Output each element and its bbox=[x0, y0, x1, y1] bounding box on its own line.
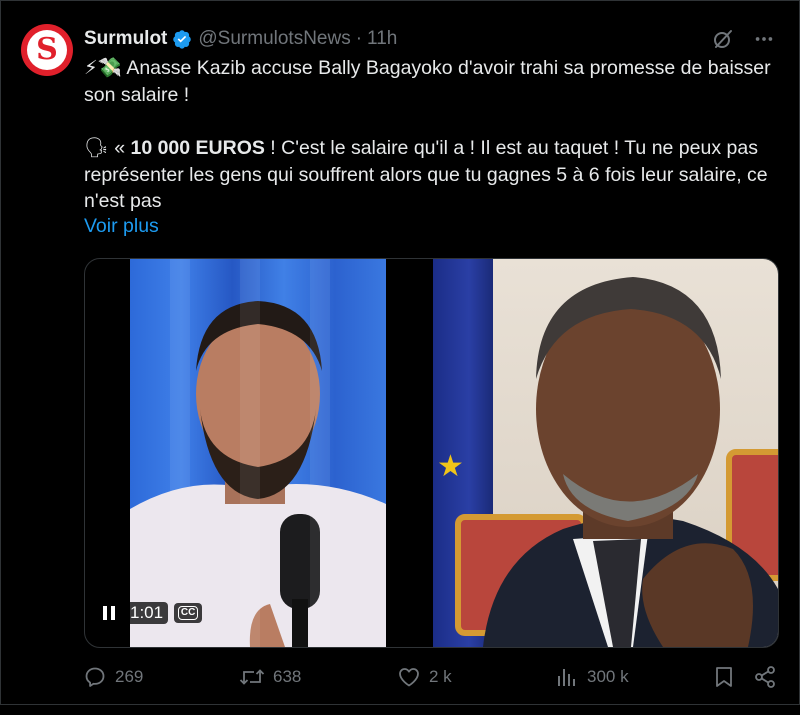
share-icon bbox=[755, 666, 775, 688]
pause-button[interactable] bbox=[99, 603, 119, 623]
repost-button[interactable]: 638 bbox=[239, 665, 301, 689]
bookmark-button[interactable] bbox=[713, 665, 735, 689]
verified-badge-icon bbox=[173, 30, 192, 49]
share-button[interactable] bbox=[753, 665, 777, 689]
views-count: 300 k bbox=[587, 667, 629, 686]
quote-open: « bbox=[114, 137, 126, 159]
show-more-link[interactable]: Voir plus bbox=[84, 215, 159, 238]
tweet-header: Surmulot @SurmulotsNews · 11h bbox=[84, 27, 397, 51]
headline-emoji: ⚡💸 bbox=[84, 57, 122, 79]
video-right-image: ★ bbox=[433, 259, 778, 647]
tweet-card: S Surmulot @SurmulotsNews · 11h ⚡💸 Anass… bbox=[0, 0, 800, 705]
tweet-top-actions bbox=[711, 27, 775, 51]
reply-icon bbox=[85, 667, 105, 687]
video-media[interactable]: ★ 1:01 CC bbox=[84, 258, 779, 648]
more-button[interactable] bbox=[753, 28, 775, 50]
views-button[interactable]: 300 k bbox=[555, 665, 629, 689]
avatar[interactable]: S bbox=[21, 24, 73, 76]
reply-button[interactable]: 269 bbox=[83, 665, 143, 689]
video-controls: 1:01 CC bbox=[99, 602, 203, 624]
reply-count: 269 bbox=[115, 667, 144, 686]
avatar-letter: S bbox=[36, 32, 58, 67]
grok-button[interactable] bbox=[711, 27, 735, 51]
heart-icon bbox=[399, 668, 419, 687]
more-icon bbox=[755, 37, 773, 41]
captions-icon: CC bbox=[177, 606, 199, 620]
tweet-headline-line: ⚡💸 Anasse Kazib accuse Bally Bagayoko d'… bbox=[84, 55, 784, 108]
repost-count: 638 bbox=[273, 667, 302, 686]
bookmark-icon bbox=[716, 667, 732, 687]
politician-figure bbox=[483, 277, 778, 647]
pause-icon bbox=[103, 606, 115, 620]
author-handle[interactable]: @SurmulotsNews bbox=[198, 28, 350, 50]
like-button[interactable]: 2 k bbox=[397, 665, 452, 689]
avatar-logo: S bbox=[27, 30, 67, 70]
author-name[interactable]: Surmulot bbox=[84, 28, 167, 50]
separator-dot: · bbox=[355, 28, 363, 49]
tweet-text: ⚡💸 Anasse Kazib accuse Bally Bagayoko d'… bbox=[84, 55, 784, 215]
captions-button[interactable]: CC bbox=[174, 603, 203, 623]
tweet-headline: Anasse Kazib accuse Bally Bagayoko d'avo… bbox=[84, 57, 771, 106]
video-timecode: 1:01 bbox=[125, 602, 169, 624]
views-icon bbox=[558, 669, 575, 686]
tweet-action-bar: 269 638 2 k 300 k bbox=[83, 665, 779, 691]
tweet-quote-line: 🗣 « 10 000 EUROS ! C'est le salaire qu'i… bbox=[84, 135, 784, 215]
quote-bold: 10 000 EUROS bbox=[130, 137, 265, 159]
tweet-time[interactable]: 11h bbox=[367, 28, 397, 50]
repost-icon bbox=[239, 669, 265, 685]
video-left-image bbox=[130, 259, 386, 647]
grok-icon bbox=[714, 30, 732, 48]
like-count: 2 k bbox=[429, 667, 452, 686]
speaking-head-emoji: 🗣 bbox=[84, 137, 109, 159]
